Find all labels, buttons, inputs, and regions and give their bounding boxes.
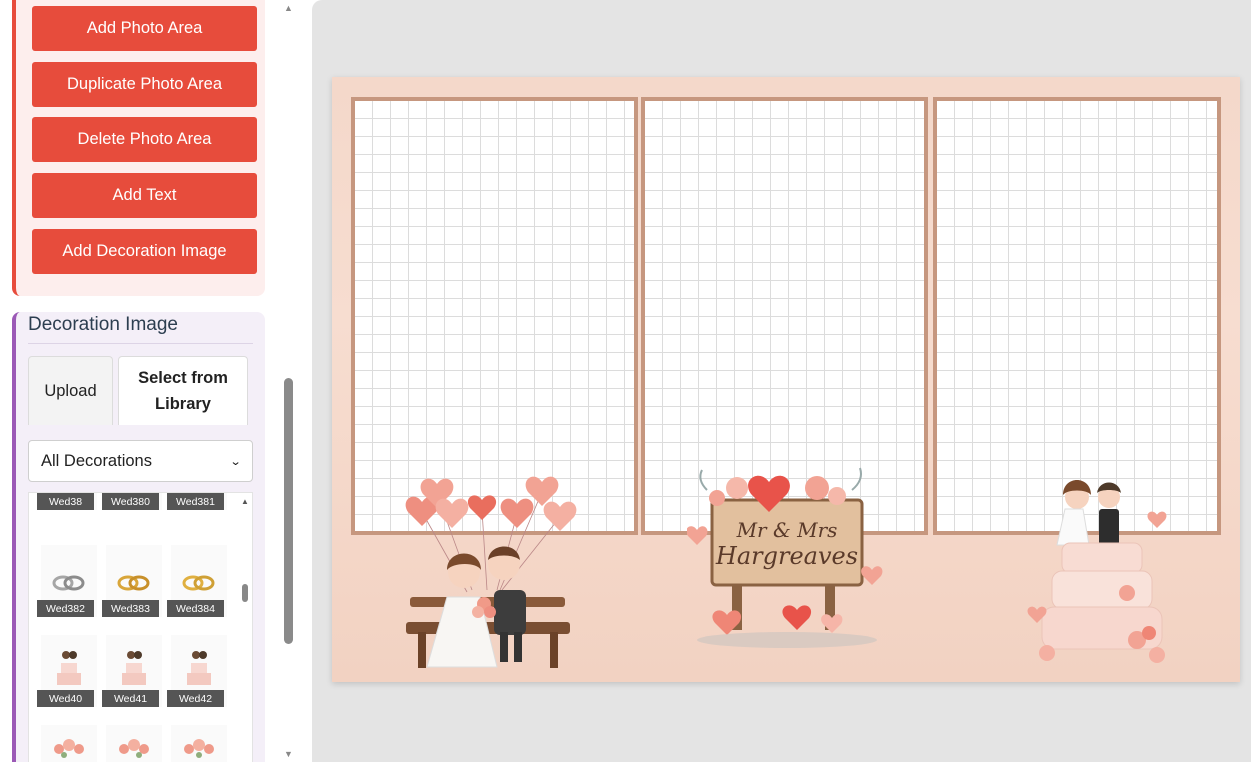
item-label: Wed42 <box>167 690 224 707</box>
decoration-category-select[interactable]: All Decorations ⌄ <box>28 440 253 482</box>
panel-title: Decoration Image <box>28 314 178 335</box>
workspace: Mr & Mrs Hargreaves <box>312 0 1251 762</box>
library-item[interactable] <box>171 725 227 762</box>
scrollbar-thumb[interactable] <box>284 378 293 644</box>
item-label: Wed380 <box>102 493 159 510</box>
divider <box>28 343 253 344</box>
scrollbar-thumb[interactable] <box>242 584 248 602</box>
item-label: Wed381 <box>167 493 224 510</box>
library-item[interactable]: Wed42 <box>167 635 227 707</box>
library-item[interactable]: Wed384 <box>167 545 227 617</box>
library-item[interactable]: Wed40 <box>37 635 97 707</box>
scroll-down-icon[interactable]: ▼ <box>284 749 293 759</box>
library-item[interactable] <box>106 725 162 762</box>
library-item[interactable]: Wed38 <box>37 493 97 510</box>
library-item[interactable] <box>41 725 97 762</box>
item-label: Wed41 <box>102 690 159 707</box>
select-value: All Decorations <box>41 451 152 470</box>
sign-line1: Mr & Mrs <box>736 518 838 542</box>
photo-area[interactable] <box>351 97 638 535</box>
item-label: Wed382 <box>37 600 94 617</box>
decoration-image-panel: Decoration Image Upload Select from Libr… <box>12 312 265 762</box>
item-label: Wed384 <box>167 600 224 617</box>
library-scrollbar[interactable]: ▲ <box>238 493 252 762</box>
tab-upload[interactable]: Upload <box>28 356 113 425</box>
sign-line2: Hargreaves <box>715 542 858 570</box>
scroll-up-icon[interactable]: ▲ <box>284 3 293 13</box>
mr-mrs-sign-decoration[interactable]: Mr & Mrs Hargreaves <box>687 460 887 655</box>
item-label: Wed40 <box>37 690 94 707</box>
flower-bouquet-icon <box>184 739 214 758</box>
add-photo-area-button[interactable]: Add Photo Area <box>32 6 257 51</box>
chevron-down-icon: ⌄ <box>229 455 242 468</box>
add-decoration-image-button[interactable]: Add Decoration Image <box>32 229 257 274</box>
flower-bouquet-icon <box>119 739 149 758</box>
actions-panel: Add Photo Area Duplicate Photo Area Dele… <box>12 0 265 296</box>
library-item[interactable]: Wed41 <box>102 635 162 707</box>
library-item[interactable]: Wed380 <box>102 493 162 510</box>
item-label: Wed38 <box>37 493 94 510</box>
tab-select-from-library[interactable]: Select from Library <box>118 356 248 425</box>
sidebar: Add Photo Area Duplicate Photo Area Dele… <box>0 0 298 762</box>
flower-bouquet-icon <box>54 739 84 758</box>
wedding-cake-decoration[interactable] <box>1027 475 1187 680</box>
library-item[interactable]: Wed381 <box>167 493 227 510</box>
photo-area[interactable] <box>933 97 1221 535</box>
library-item[interactable]: Wed382 <box>37 545 97 617</box>
duplicate-photo-area-button[interactable]: Duplicate Photo Area <box>32 62 257 107</box>
couple-bench-decoration[interactable] <box>392 472 582 677</box>
add-text-button[interactable]: Add Text <box>32 173 257 218</box>
tab-label: Select from Library <box>138 369 228 413</box>
photo-template-canvas[interactable]: Mr & Mrs Hargreaves <box>332 77 1240 682</box>
delete-photo-area-button[interactable]: Delete Photo Area <box>32 117 257 162</box>
scroll-up-icon[interactable]: ▲ <box>241 497 249 506</box>
decoration-library-grid[interactable]: Wed38 Wed380 Wed381 Wed382 Wed383 Wed384… <box>28 492 253 762</box>
item-label: Wed383 <box>102 600 159 617</box>
sidebar-scrollbar[interactable]: ▲ ▼ <box>280 0 297 762</box>
library-item[interactable]: Wed383 <box>102 545 162 617</box>
